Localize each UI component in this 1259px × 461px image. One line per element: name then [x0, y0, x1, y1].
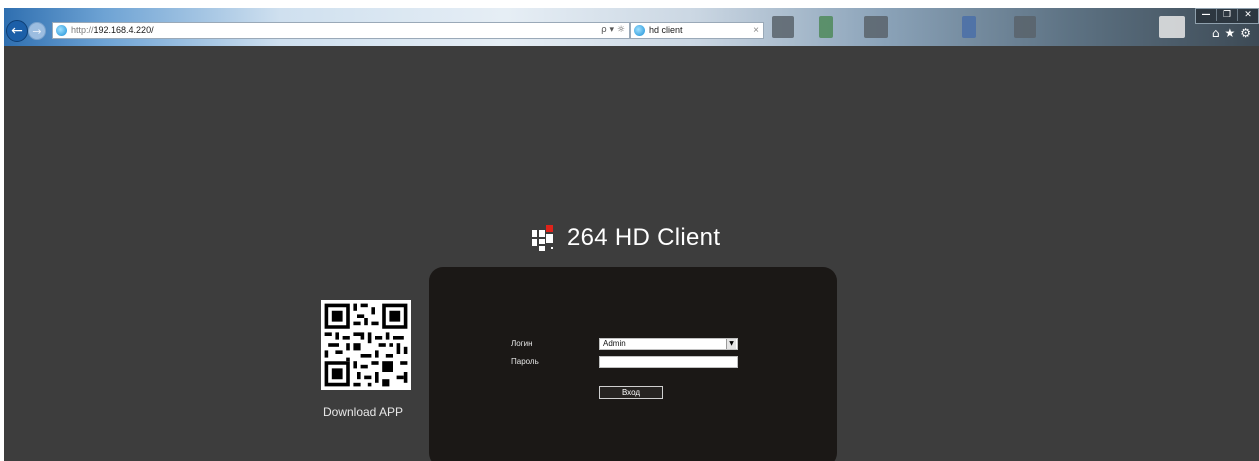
browser-chrome: ← → http://192.168.4.220/ ρ ▾ ☼ hd clien…	[4, 8, 1259, 46]
tab-title: hd client	[649, 25, 683, 35]
minimize-button[interactable]: —	[1196, 9, 1216, 21]
url-host: 192.168.4.220/	[93, 25, 154, 35]
page-title: 264 HD Client	[567, 224, 721, 251]
browser-toolbar: ⌂ ★ ⚙	[1212, 26, 1251, 40]
taskbar-thumbnails	[764, 10, 1194, 44]
taskbar-thumbnail	[772, 16, 794, 38]
login-select[interactable]: Admin ▼	[599, 338, 738, 350]
restore-button[interactable]: ❐	[1216, 9, 1237, 21]
url-scheme: http://	[71, 25, 94, 35]
login-label: Логин	[511, 339, 533, 348]
taskbar-thumbnail	[819, 16, 833, 38]
password-input[interactable]	[599, 356, 738, 368]
back-button[interactable]: ←	[6, 20, 28, 42]
favorites-star-icon[interactable]: ★	[1224, 26, 1235, 40]
back-arrow-icon: ←	[11, 23, 23, 39]
login-panel: Логин Admin ▼ Пароль Вход	[429, 267, 837, 461]
home-icon[interactable]: ⌂	[1212, 26, 1220, 40]
download-app-label: Download APP	[322, 405, 404, 419]
search-refresh-icons[interactable]: ρ ▾ ☼	[601, 23, 625, 38]
ie-tab-icon	[634, 25, 645, 36]
login-button[interactable]: Вход	[599, 386, 663, 399]
brand-header: 264 HD Client	[532, 223, 720, 253]
password-label: Пароль	[511, 357, 539, 366]
ie-page-icon	[56, 25, 67, 36]
taskbar-thumbnail	[1014, 16, 1036, 38]
tab-close-icon[interactable]: ×	[753, 23, 759, 38]
taskbar-thumbnail	[864, 16, 888, 38]
taskbar-thumbnail	[1159, 16, 1185, 38]
window-controls: — ❐ ✕	[1195, 8, 1259, 24]
client-logo-icon	[532, 225, 554, 251]
qr-download-block: Download APP	[321, 300, 411, 419]
address-bar[interactable]: http://192.168.4.220/ ρ ▾ ☼	[52, 22, 630, 39]
close-button[interactable]: ✕	[1237, 9, 1258, 21]
forward-button[interactable]: →	[28, 22, 46, 40]
tab-hd-client[interactable]: hd client ×	[630, 22, 764, 39]
browser-window: ← → http://192.168.4.220/ ρ ▾ ☼ hd clien…	[4, 8, 1259, 461]
forward-arrow-icon: →	[32, 24, 42, 38]
taskbar-thumbnail	[962, 16, 976, 38]
chevron-down-icon[interactable]: ▼	[726, 339, 736, 349]
tools-gear-icon[interactable]: ⚙	[1240, 26, 1251, 40]
qr-code-image	[321, 300, 411, 390]
url-text: http://192.168.4.220/	[71, 23, 154, 38]
login-select-value: Admin	[603, 339, 626, 348]
